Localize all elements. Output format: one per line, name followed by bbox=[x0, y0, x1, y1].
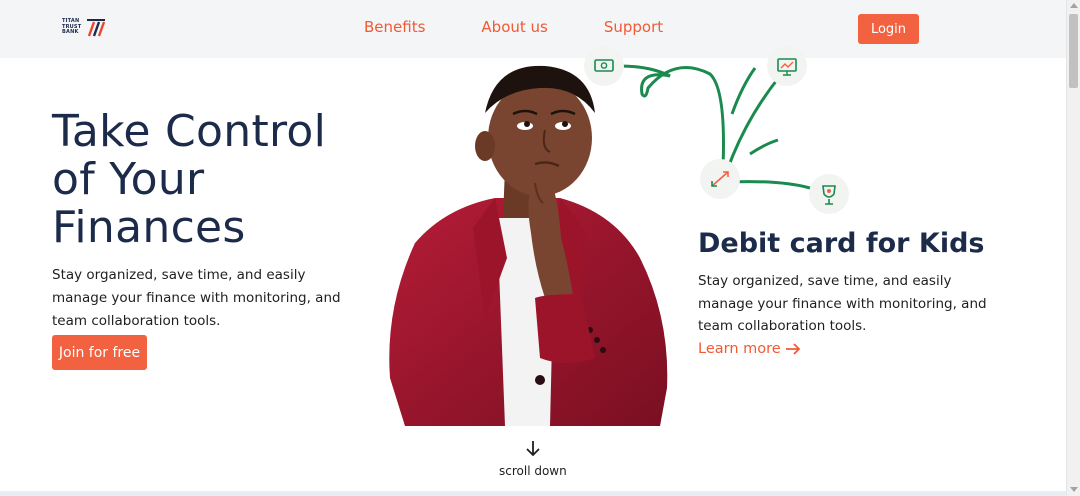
arrow-right-icon bbox=[785, 343, 800, 355]
decor-network-graphic bbox=[584, 46, 849, 214]
nav-link-about-us[interactable]: About us bbox=[481, 18, 547, 36]
bank-logo[interactable]: TITAN TRUST BANK bbox=[62, 18, 108, 40]
hero-title: Take Control of Your Finances bbox=[52, 106, 327, 253]
arrow-down-icon[interactable] bbox=[525, 440, 541, 458]
scroll-down-label[interactable]: scroll down bbox=[499, 464, 567, 478]
section-divider bbox=[0, 491, 1066, 496]
transfer-arrows-icon bbox=[700, 159, 740, 199]
chart-monitor-icon bbox=[767, 46, 807, 86]
logo-mark-icon bbox=[87, 19, 106, 37]
nav-link-support[interactable]: Support bbox=[604, 18, 663, 36]
learn-more-label: Learn more bbox=[698, 341, 781, 357]
login-button[interactable]: Login bbox=[858, 14, 919, 44]
learn-more-link[interactable]: Learn more bbox=[698, 341, 801, 357]
logo-text: TITAN TRUST BANK bbox=[62, 18, 82, 36]
top-navbar: TITAN TRUST BANK Benefits About us Suppo… bbox=[0, 0, 1066, 58]
card-title: Debit card for Kids bbox=[698, 228, 985, 259]
hero-description: Stay organized, save time, and easily ma… bbox=[52, 267, 341, 329]
trophy-icon bbox=[809, 174, 849, 214]
nav-links: Benefits About us Support bbox=[364, 18, 663, 36]
nav-link-benefits[interactable]: Benefits bbox=[364, 18, 425, 36]
join-for-free-button[interactable]: Join for free bbox=[52, 335, 147, 370]
scrollbar-thumb[interactable] bbox=[1069, 14, 1078, 88]
card-description: Stay organized, save time, and easily ma… bbox=[698, 273, 987, 334]
scroll-down-icon[interactable] bbox=[1070, 487, 1078, 492]
page-scrollbar[interactable] bbox=[1066, 0, 1080, 496]
money-icon bbox=[584, 46, 624, 86]
scroll-up-icon[interactable] bbox=[1070, 3, 1078, 8]
